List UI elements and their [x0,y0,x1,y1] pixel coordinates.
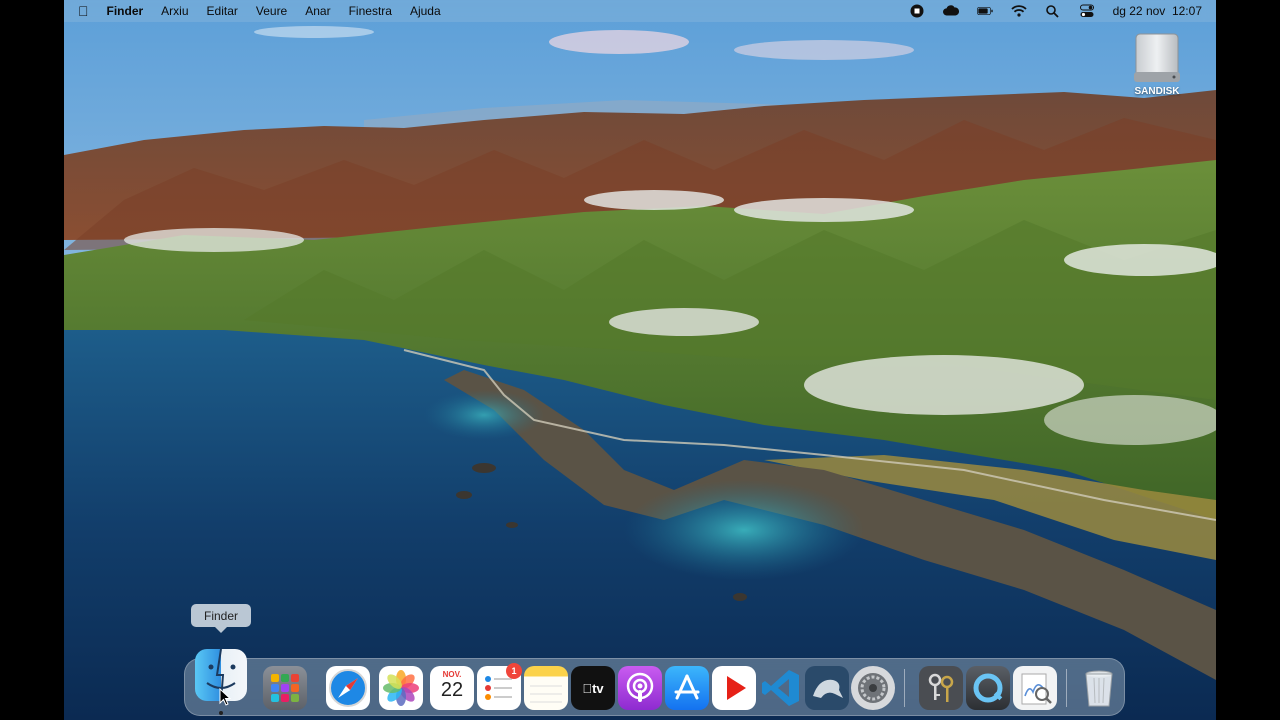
dock-notes[interactable] [524,666,568,710]
keychain-icon [928,673,954,702]
dock-vscode[interactable] [759,666,803,710]
trash-icon [1085,670,1113,707]
battery-icon[interactable] [976,4,993,18]
stop-recording-icon[interactable] [909,4,925,18]
menu-arxiu[interactable]: Arxiu [161,4,188,18]
dock: NOV. 22 1 tv [184,649,1125,716]
dock-podcasts[interactable] [618,666,662,710]
safari-icon [329,669,367,707]
menu-ajuda[interactable]: Ajuda [410,4,441,18]
desktop-screen:  Finder Arxiu Editar Veure Anar Finestr… [64,0,1216,720]
dock-launchpad[interactable] [263,666,307,710]
photos-icon [383,670,419,706]
menu-veure[interactable]: Veure [256,4,287,18]
control-center-icon[interactable] [1079,4,1095,18]
creative-cloud-icon[interactable] [942,4,959,18]
menu-clock[interactable]: dg 22 nov 12:07 [1113,4,1202,18]
dock-preview[interactable] [1013,666,1057,710]
calendar-day: 22 [440,679,464,701]
dock-mysql-workbench[interactable] [805,666,849,710]
dock-system-preferences[interactable] [851,666,895,710]
preview-icon [1021,673,1052,705]
dock-apple-tv[interactable]: tv [571,666,615,710]
podcasts-icon [626,672,654,702]
dock-app-store[interactable] [665,666,709,710]
vscode-icon [762,670,799,706]
dock-safari[interactable] [326,666,370,710]
app-store-icon [674,674,700,700]
finder-running-indicator [219,711,223,715]
launchpad-icon [271,674,299,702]
notes-icon [530,685,562,703]
external-drive-icon [1134,33,1180,82]
dock-quicktime[interactable] [966,666,1010,710]
system-preferences-icon [858,673,888,703]
menu-app-name[interactable]: Finder [107,4,144,18]
calendar-month: NOV. [442,670,462,679]
reminders-badge: 1 [506,663,522,679]
dock-separator [904,669,905,707]
menu-bar:  Finder Arxiu Editar Veure Anar Finestr… [64,0,1216,22]
dock-separator [1066,669,1067,707]
menu-finestra[interactable]: Finestra [349,4,392,18]
quicktime-icon [973,673,1003,703]
apple-tv-icon:  [582,681,592,696]
dock-keychain-access[interactable] [919,666,963,710]
dock-trash[interactable] [1077,666,1121,710]
apple-tv-label: tv [587,680,604,696]
dock-photos[interactable] [379,666,423,710]
dock-youtube[interactable] [712,666,756,710]
apple-logo-icon[interactable]:  [78,3,89,19]
wifi-icon[interactable] [1010,4,1027,18]
youtube-icon [727,676,746,700]
search-icon[interactable] [1045,4,1061,18]
dock-calendar[interactable]: NOV. 22 [430,666,474,710]
menu-editar[interactable]: Editar [207,4,238,18]
menu-anar[interactable]: Anar [305,4,330,18]
desktop-volume-sandisk[interactable]: SANDISK [1122,32,1192,97]
mysql-workbench-icon [813,679,843,698]
mouse-cursor-icon [219,688,231,706]
volume-label: SANDISK [1134,86,1180,97]
dock-tooltip: Finder [191,604,251,633]
